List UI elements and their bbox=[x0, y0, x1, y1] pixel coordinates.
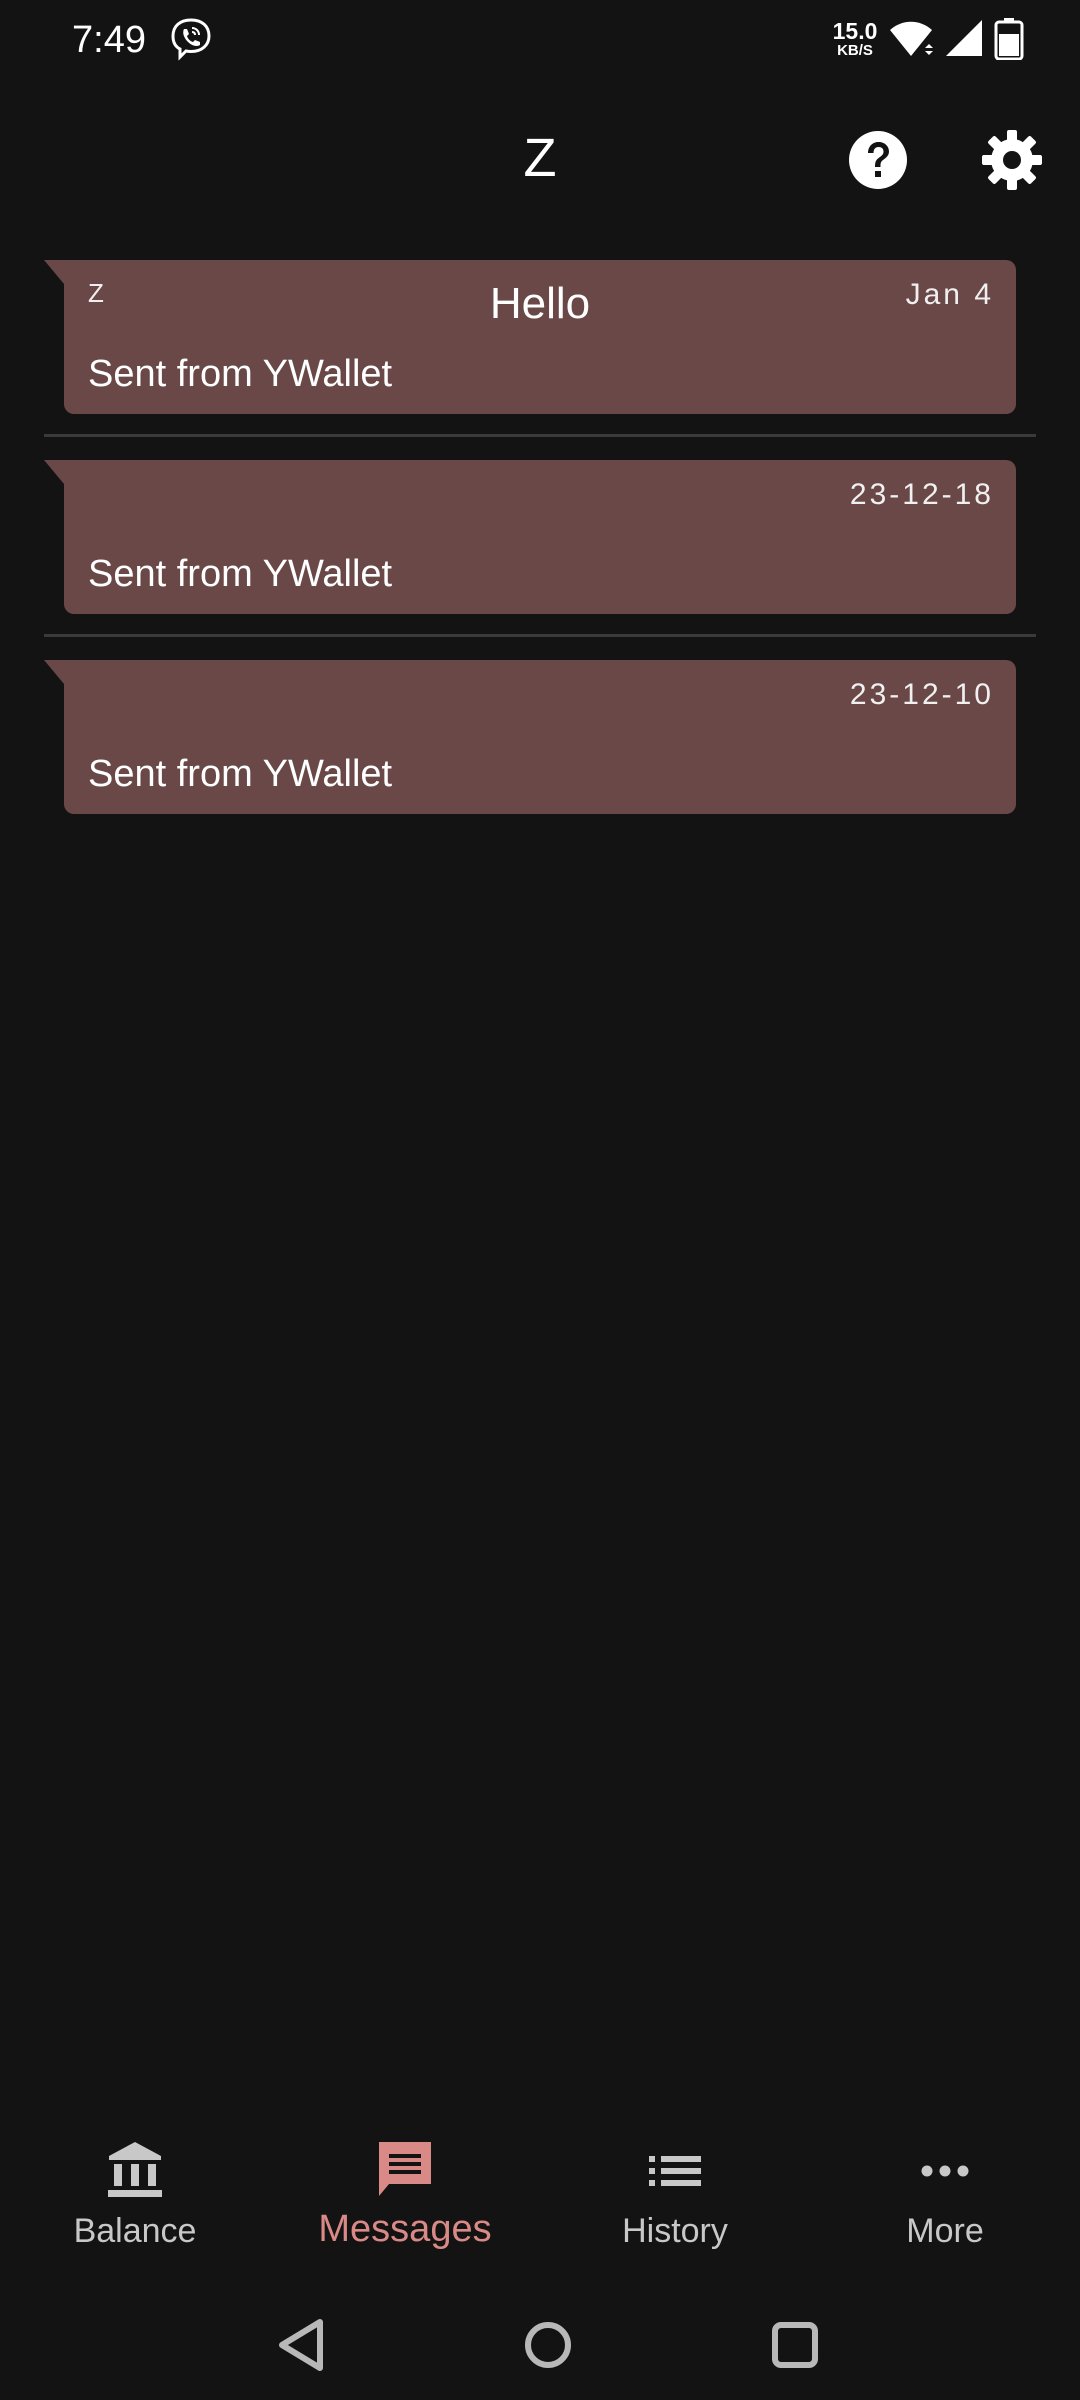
divider bbox=[44, 634, 1036, 637]
network-speed-value: 15.0 bbox=[832, 18, 878, 44]
help-circle-icon bbox=[849, 131, 907, 189]
system-navigation-bar bbox=[0, 2290, 1080, 2400]
app-bar: Z bbox=[0, 100, 1080, 220]
message-bubble[interactable]: 23-12-10 Sent from YWallet bbox=[44, 660, 1016, 814]
nav-label: More bbox=[906, 2212, 984, 2250]
bottom-navigation: Balance Messages History More bbox=[0, 2120, 1080, 2280]
message-date: 23-12-18 bbox=[849, 478, 994, 511]
nav-more[interactable]: More bbox=[810, 2120, 1080, 2280]
status-bar: 7:49 15.0 KB/S bbox=[0, 0, 1080, 80]
message-item[interactable]: 23-12-18 Sent from YWallet bbox=[0, 458, 1080, 658]
message-icon bbox=[379, 2142, 431, 2196]
more-horizontal-icon bbox=[921, 2165, 969, 2177]
message-list: Z Hello Jan 4 Sent from YWallet 23-12-18… bbox=[0, 258, 1080, 858]
message-item[interactable]: Z Hello Jan 4 Sent from YWallet bbox=[0, 258, 1080, 458]
message-body: Sent from YWallet bbox=[88, 553, 393, 595]
message-date: 23-12-10 bbox=[849, 678, 994, 711]
divider bbox=[44, 434, 1036, 437]
network-speed-unit: KB/S bbox=[837, 42, 873, 59]
viber-icon bbox=[171, 18, 211, 61]
wifi-icon bbox=[890, 21, 933, 56]
status-time: 7:49 bbox=[72, 19, 146, 61]
message-date: Jan 4 bbox=[905, 278, 994, 311]
home-icon[interactable] bbox=[513, 2310, 583, 2380]
nav-label: History bbox=[622, 2212, 728, 2250]
nav-history[interactable]: History bbox=[540, 2120, 810, 2280]
signal-icon bbox=[946, 20, 982, 56]
network-speed: 15.0 KB/S bbox=[826, 18, 884, 59]
message-body: Sent from YWallet bbox=[88, 353, 393, 395]
settings-button[interactable] bbox=[980, 128, 1044, 192]
recents-icon[interactable] bbox=[760, 2310, 830, 2380]
message-item[interactable]: 23-12-10 Sent from YWallet bbox=[0, 658, 1080, 858]
message-body: Sent from YWallet bbox=[88, 753, 393, 795]
back-icon[interactable] bbox=[268, 2310, 338, 2380]
nav-balance[interactable]: Balance bbox=[0, 2120, 270, 2280]
page-title: Z bbox=[523, 128, 557, 188]
battery-icon bbox=[994, 18, 1024, 60]
message-subject: Hello bbox=[489, 279, 591, 328]
message-bubble[interactable]: 23-12-18 Sent from YWallet bbox=[44, 460, 1016, 614]
gear-icon bbox=[982, 130, 1042, 190]
bank-icon bbox=[108, 2142, 162, 2197]
bubble-tail bbox=[44, 460, 64, 484]
list-icon bbox=[649, 2156, 701, 2186]
nav-label: Balance bbox=[73, 2212, 197, 2250]
nav-messages[interactable]: Messages bbox=[270, 2120, 540, 2280]
bubble-tail bbox=[44, 660, 64, 684]
message-bubble[interactable]: Z Hello Jan 4 Sent from YWallet bbox=[44, 260, 1016, 414]
nav-label: Messages bbox=[318, 2208, 492, 2250]
bubble-tail bbox=[44, 260, 64, 284]
help-button[interactable] bbox=[846, 128, 910, 192]
